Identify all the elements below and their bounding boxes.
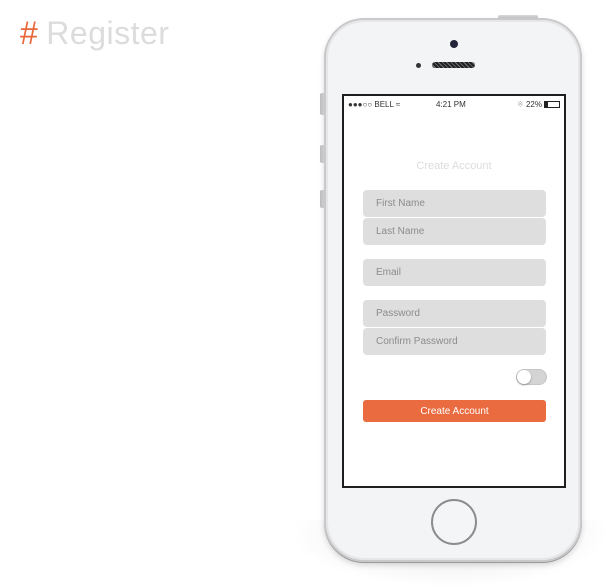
toggle-switch[interactable] (516, 369, 547, 385)
first-name-input[interactable] (363, 190, 546, 217)
last-name-input[interactable] (363, 218, 546, 245)
battery-status: ※ 22% (517, 100, 560, 109)
form-title: Create Account (416, 160, 492, 172)
home-button[interactable] (431, 499, 477, 545)
email-input[interactable] (363, 259, 546, 286)
carrier-signal: ●●●○○ BELL ≈ (348, 100, 400, 109)
status-time: 4:21 PM (436, 100, 466, 109)
earpiece-speaker-icon (432, 62, 475, 68)
wifi-icon: ≈ (395, 100, 401, 109)
password-input[interactable] (363, 300, 546, 327)
carrier-label: ●●●○○ BELL (348, 100, 394, 109)
toggle-knob (517, 370, 531, 384)
hash-icon: # (20, 15, 39, 51)
sensor-icon (416, 63, 421, 68)
battery-fill (545, 102, 549, 108)
front-camera-icon (450, 40, 458, 48)
battery-icon (544, 101, 560, 109)
status-bar: ●●●○○ BELL ≈ 4:21 PM ※ 22% (344, 96, 564, 112)
page-title: # Register (20, 15, 169, 52)
create-account-button[interactable]: Create Account (363, 400, 546, 422)
phone-screen: ●●●○○ BELL ≈ 4:21 PM ※ 22% Create Accoun… (342, 94, 566, 488)
battery-percent: 22% (525, 100, 542, 109)
page-title-text: Register (46, 15, 170, 51)
confirm-password-input[interactable] (363, 328, 546, 355)
bluetooth-icon: ※ (517, 100, 524, 109)
